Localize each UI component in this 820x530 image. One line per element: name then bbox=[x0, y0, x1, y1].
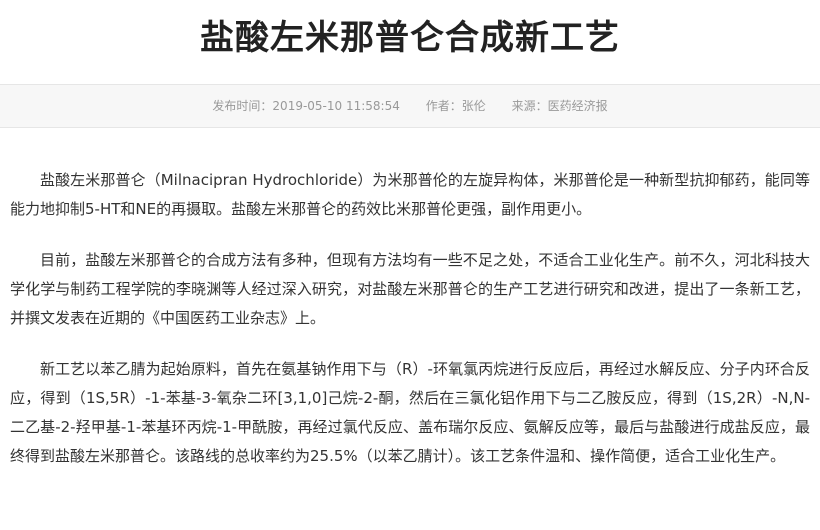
source-label: 来源： bbox=[511, 99, 548, 113]
article-paragraph: 目前，盐酸左米那普仑的合成方法有多种，但现有方法均有一些不足之处，不适合工业化生… bbox=[10, 251, 810, 327]
source: 来源：医药经济报 bbox=[512, 99, 608, 113]
publish-time: 发布时间：2019-05-10 11:58:54 bbox=[212, 99, 399, 113]
article-title: 盐酸左米那普仑合成新工艺 bbox=[200, 18, 620, 58]
article-meta-bar: 发布时间：2019-05-10 11:58:54 作者：张伦 来源：医药经济报 bbox=[0, 84, 820, 128]
article-body: 盐酸左米那普仑（Milnacipran Hydrochloride）为米那普伦的… bbox=[10, 166, 810, 493]
author-value: 张伦 bbox=[461, 99, 486, 113]
article-paragraph: 盐酸左米那普仑（Milnacipran Hydrochloride）为米那普伦的… bbox=[10, 171, 810, 218]
publish-time-value: 2019-05-10 11:58:54 bbox=[272, 99, 400, 113]
publish-time-label: 发布时间： bbox=[212, 99, 273, 113]
article-paragraph: 新工艺以苯乙腈为起始原料，首先在氨基钠作用下与（R）-环氧氯丙烷进行反应后，再经… bbox=[10, 360, 810, 465]
source-value: 医药经济报 bbox=[547, 99, 608, 113]
author: 作者：张伦 bbox=[426, 99, 486, 113]
author-label: 作者： bbox=[425, 99, 462, 113]
